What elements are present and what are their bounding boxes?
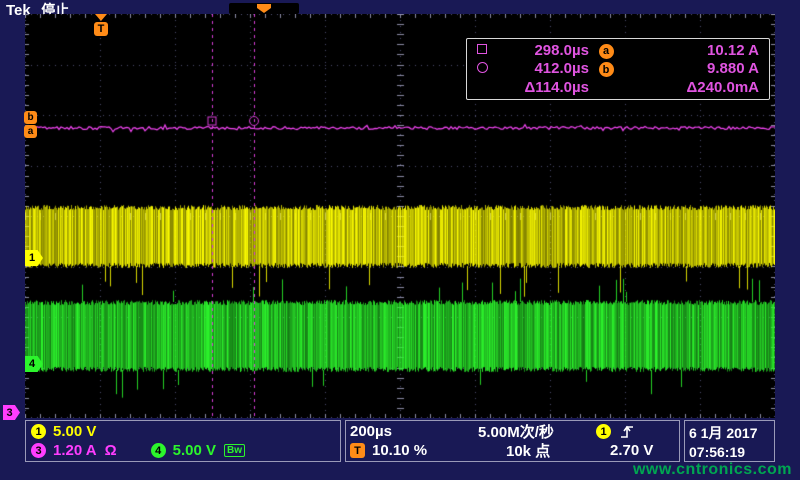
datetime-box: 6 1月 2017 07:56:19 [684, 420, 775, 462]
trigger-position-badge: T [350, 443, 365, 458]
record-view-strip [229, 3, 299, 14]
trigger-position-marker: T [93, 14, 109, 36]
trigger-source-badge: 1 [596, 424, 611, 439]
record-length: 10k 点 [506, 440, 550, 461]
cursor-a-square-icon [477, 44, 487, 54]
cursor-a-badge: a [599, 44, 614, 59]
cursor-delta-time: Δ114.0µs [493, 79, 589, 96]
expansion-point-icon [257, 4, 271, 13]
ch3-coupling: Ω [105, 442, 117, 459]
ch3-ground-marker: 3 [3, 405, 20, 420]
cursor-a-value: 10.12 A [623, 42, 763, 59]
graticule-area: T 298.0µs a 10.12 A 412.0µs b 9.880 A Δ1… [25, 14, 775, 418]
trigger-position-percent: 10.10 % [372, 442, 427, 459]
cursor-a-level-marker: a [24, 125, 37, 138]
rising-edge-icon [619, 424, 635, 440]
cursor-b-circle-icon [477, 62, 488, 73]
cursor-delta-row: Δ114.0µs Δ240.0mA [471, 79, 763, 97]
cursor-b-time: 412.0µs [493, 60, 589, 77]
time-label: 07:56:19 [689, 444, 770, 460]
cursor-b-value: 9.880 A [623, 60, 763, 77]
cursor-a-time: 298.0µs [493, 42, 589, 59]
ch4-scale: 5.00 V [173, 442, 216, 459]
cursor-b-level-marker: b [24, 111, 37, 124]
date-label: 6 1月 2017 [689, 423, 770, 443]
trigger-t-badge: T [94, 22, 108, 36]
sample-rate: 5.00M次/秒 [478, 421, 554, 442]
ch4-badge: 4 [151, 443, 166, 458]
status-bar: 1 5.00 V 3 1.20 A Ω 4 5.00 V Bw 200µs T … [0, 420, 800, 463]
watermark: www.cntronics.com [633, 461, 792, 479]
cursor-b-row: 412.0µs b 9.880 A [471, 60, 763, 78]
cursor-b-badge: b [599, 62, 614, 77]
horizontal-acquisition-box: 200µs T 10.10 % 5.00M次/秒 10k 点 1 [345, 420, 680, 462]
ch3-scale: 1.20 A [53, 442, 97, 459]
ch3-badge: 3 [31, 443, 46, 458]
ch1-badge: 1 [31, 424, 46, 439]
cursor-a-row: 298.0µs a 10.12 A [471, 41, 763, 59]
ch4-bandwidth-indicator: Bw [224, 444, 245, 457]
oscilloscope-display: Tek 停止 T 298.0µs a 10.12 A 412.0µs b 9.8… [0, 0, 800, 480]
cursor-delta-value: Δ240.0mA [623, 79, 763, 96]
ch1-scale: 5.00 V [53, 423, 96, 440]
cursor-readout-box: 298.0µs a 10.12 A 412.0µs b 9.880 A Δ114… [466, 38, 770, 100]
trigger-level: 2.70 V [610, 442, 653, 459]
channel-readout-box: 1 5.00 V 3 1.20 A Ω 4 5.00 V Bw [25, 420, 341, 462]
trigger-arrow-icon [95, 14, 107, 21]
timebase: 200µs [350, 423, 392, 440]
